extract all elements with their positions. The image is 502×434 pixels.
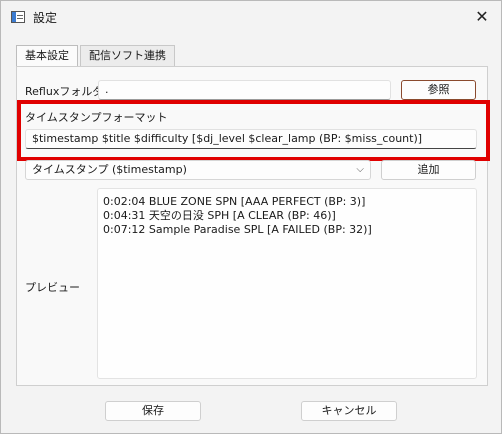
settings-window: 設定 ✕ 基本設定 配信ソフト連携 Refluxフォルダ . 参照 タイムスタン…	[0, 0, 502, 434]
chevron-down-icon: ⌵	[356, 164, 364, 175]
tab-bar: 基本設定 配信ソフト連携	[16, 45, 177, 68]
reflux-folder-input[interactable]: .	[98, 80, 391, 100]
close-icon[interactable]: ✕	[469, 5, 495, 29]
preview-line: 0:02:04 BLUE ZONE SPN [AAA PERFECT (BP: …	[103, 195, 366, 208]
preview-area[interactable]: 0:02:04 BLUE ZONE SPN [AAA PERFECT (BP: …	[97, 188, 477, 379]
variable-dropdown[interactable]: タイムスタンプ ($timestamp) ⌵	[25, 160, 371, 180]
tab-streaming-software[interactable]: 配信ソフト連携	[80, 45, 175, 67]
save-button[interactable]: 保存	[105, 401, 201, 421]
title-bar: 設定 ✕	[1, 1, 501, 34]
preview-label: プレビュー	[25, 281, 80, 294]
preview-line: 0:04:31 天空の日没 SPH [A CLEAR (BP: 46)]	[103, 209, 336, 222]
cancel-button[interactable]: キャンセル	[301, 401, 397, 421]
app-icon	[11, 11, 25, 23]
preview-line: 0:07:12 Sample Paradise SPL [A FAILED (B…	[103, 223, 372, 236]
highlight-box	[17, 100, 490, 161]
tab-basic-settings[interactable]: 基本設定	[16, 45, 78, 68]
variable-dropdown-value: タイムスタンプ ($timestamp)	[32, 163, 187, 176]
reflux-folder-label: Refluxフォルダ	[25, 85, 104, 98]
add-button[interactable]: 追加	[381, 160, 476, 180]
window-title: 設定	[33, 11, 58, 25]
browse-button[interactable]: 参照	[401, 80, 476, 100]
